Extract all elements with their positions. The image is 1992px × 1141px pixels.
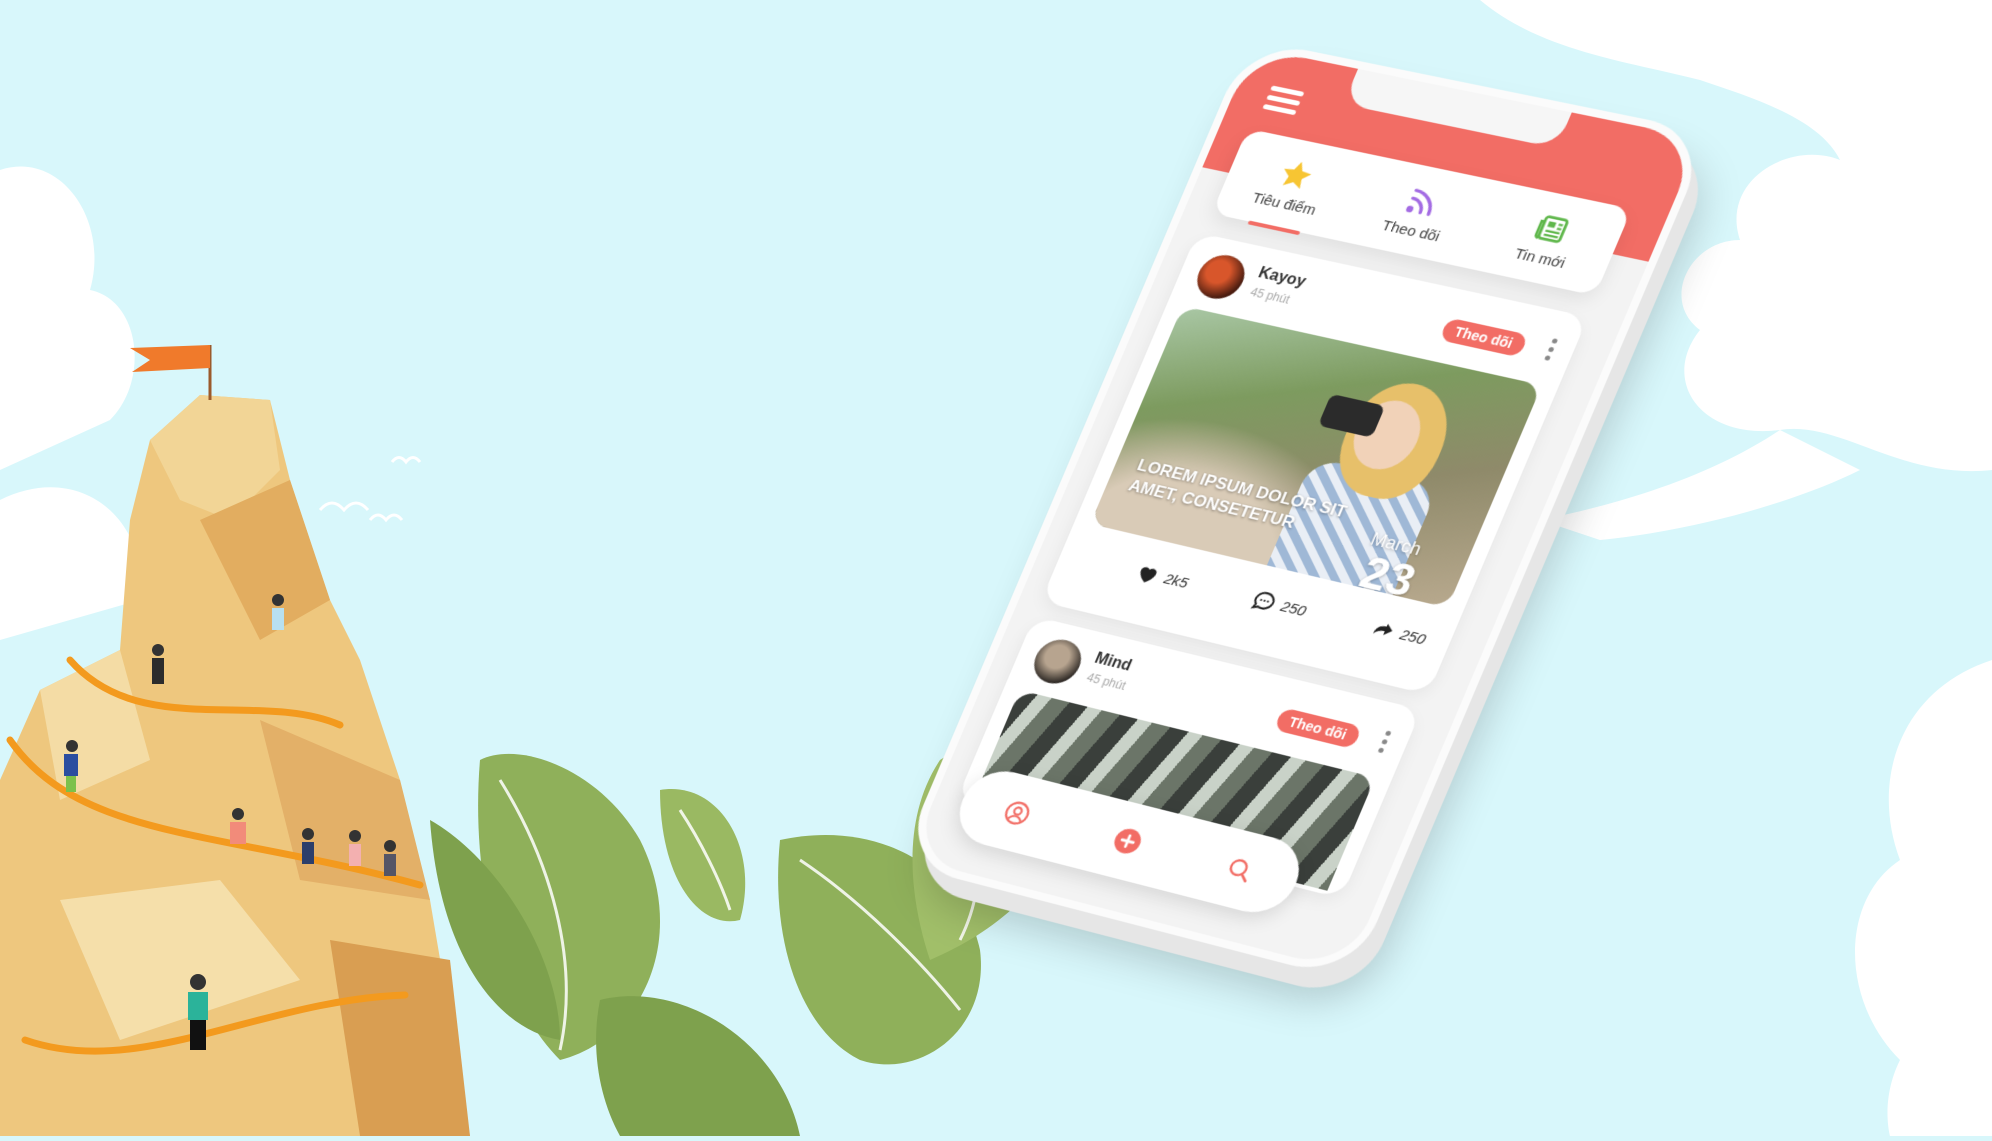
menu-button[interactable] (1262, 85, 1305, 116)
create-post-button[interactable] (1098, 815, 1157, 867)
post-image[interactable]: LOREM IPSUM DOLOR SIT AMET, CONSETETUR M… (1090, 306, 1542, 608)
share-count: 250 (1397, 626, 1428, 648)
tab-tieu-diem[interactable]: Tiêu điểm (1228, 145, 1357, 225)
user-icon (1000, 798, 1035, 828)
tab-label: Tiêu điểm (1249, 190, 1318, 219)
more-options-icon[interactable] (1376, 730, 1393, 757)
avatar[interactable] (1027, 635, 1088, 688)
share-button[interactable]: 250 (1367, 616, 1430, 651)
hamburger-icon (1270, 85, 1304, 96)
more-options-icon[interactable] (1542, 338, 1559, 365)
cloud-left (0, 167, 141, 640)
tab-tin-moi[interactable]: Tin mới (1482, 198, 1615, 279)
follow-button[interactable]: Theo dõi (1439, 317, 1529, 357)
tab-label: Tin mới (1512, 245, 1568, 271)
tab-label: Theo dõi (1379, 217, 1442, 245)
profile-button[interactable] (988, 788, 1047, 839)
share-icon (1367, 616, 1400, 644)
birds (320, 458, 420, 521)
heart-icon (1132, 560, 1164, 588)
comment-count: 250 (1278, 598, 1309, 620)
rss-icon (1400, 183, 1446, 222)
like-count: 2k5 (1161, 570, 1191, 591)
star-icon (1273, 156, 1319, 194)
tab-theo-doi[interactable]: Theo dõi (1354, 171, 1485, 251)
plus-icon (1109, 825, 1147, 858)
flag (130, 345, 210, 400)
comment-button[interactable]: 250 (1248, 588, 1310, 623)
search-button[interactable] (1209, 844, 1269, 896)
comment-icon (1248, 588, 1281, 616)
follow-button[interactable]: Theo dõi (1273, 707, 1362, 749)
search-icon (1222, 854, 1257, 885)
like-button[interactable]: 2k5 (1132, 560, 1193, 594)
newspaper-icon (1529, 210, 1576, 249)
post-time: 45 phút (1248, 285, 1292, 306)
avatar[interactable] (1190, 251, 1252, 303)
